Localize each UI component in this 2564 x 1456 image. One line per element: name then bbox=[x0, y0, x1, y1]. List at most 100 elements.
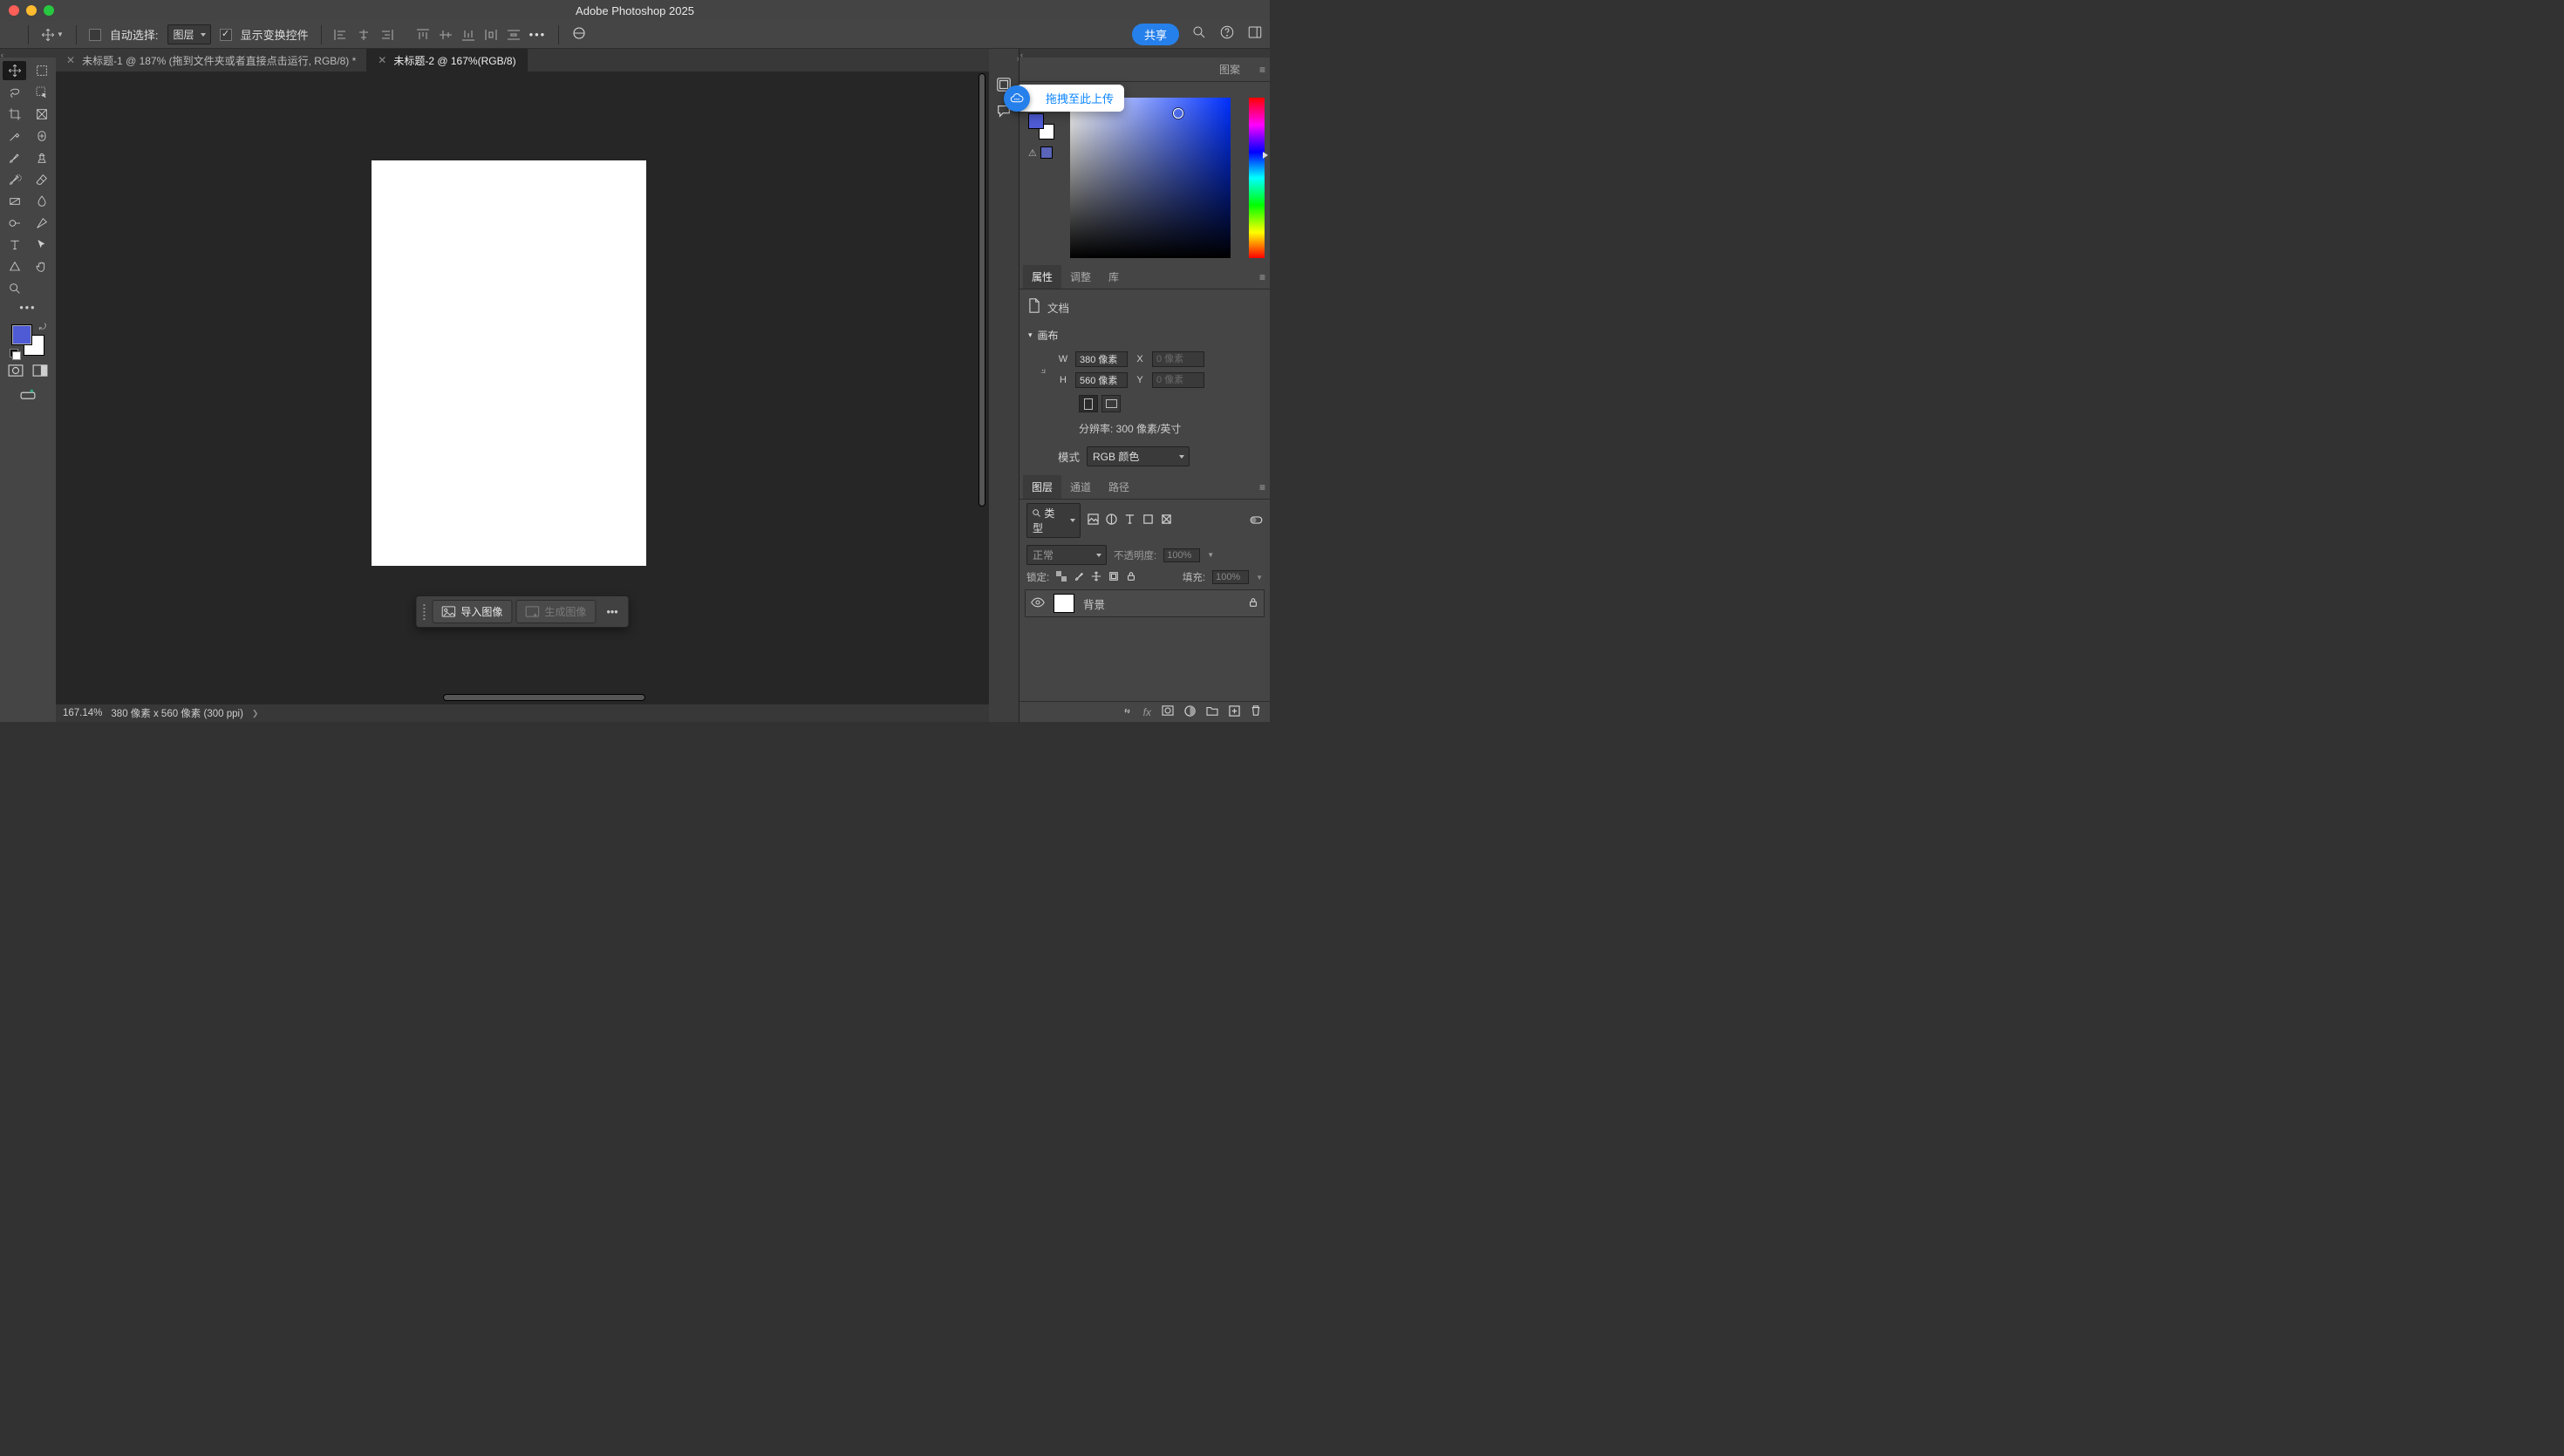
lock-position-icon[interactable] bbox=[1091, 571, 1101, 584]
width-input[interactable] bbox=[1075, 351, 1128, 367]
document-tab-2[interactable]: ✕ 未标题-2 @ 167%(RGB/8) bbox=[367, 49, 527, 71]
workspace-switcher-icon[interactable] bbox=[1247, 24, 1263, 44]
collapse-chevrons-left[interactable]: ‹‹ bbox=[0, 49, 56, 58]
show-transform-checkbox[interactable] bbox=[220, 29, 232, 41]
align-top-icon[interactable] bbox=[416, 29, 430, 41]
filter-adjust-icon[interactable] bbox=[1106, 514, 1117, 527]
new-layer-icon[interactable] bbox=[1229, 705, 1240, 719]
panel-menu-icon[interactable]: ≡ bbox=[1259, 481, 1265, 493]
path-select-tool[interactable] bbox=[30, 235, 53, 255]
shape-tool[interactable] bbox=[3, 257, 26, 276]
lock-pixels-icon[interactable] bbox=[1074, 571, 1084, 584]
align-middle-icon[interactable] bbox=[439, 29, 453, 41]
panel-menu-icon[interactable]: ≡ bbox=[1259, 64, 1265, 76]
crop-tool[interactable] bbox=[3, 105, 26, 124]
tab-paths[interactable]: 路径 bbox=[1100, 475, 1138, 499]
brush-tool[interactable] bbox=[3, 148, 26, 167]
lock-icon[interactable] bbox=[1248, 597, 1258, 610]
zoom-tool[interactable] bbox=[3, 279, 26, 298]
panel-menu-icon[interactable]: ≡ bbox=[1259, 271, 1265, 283]
clone-stamp-tool[interactable] bbox=[30, 148, 53, 167]
document-canvas[interactable] bbox=[372, 160, 646, 566]
tab-patterns[interactable]: 图案 bbox=[1210, 58, 1249, 81]
document-info[interactable]: 380 像素 x 560 像素 (300 ppi) bbox=[111, 706, 243, 720]
lock-all-icon[interactable] bbox=[1126, 571, 1136, 584]
healing-brush-tool[interactable] bbox=[30, 126, 53, 146]
blend-mode-dropdown[interactable]: 正常 bbox=[1026, 545, 1107, 565]
frame-tool[interactable] bbox=[30, 105, 53, 124]
filter-shape-icon[interactable] bbox=[1142, 514, 1154, 527]
layer-thumbnail[interactable] bbox=[1054, 594, 1074, 613]
tab-libraries[interactable]: 库 bbox=[1100, 265, 1128, 289]
color-swatches[interactable]: ⤾ bbox=[10, 323, 46, 357]
new-group-icon[interactable] bbox=[1206, 705, 1218, 718]
contextual-task-bar[interactable]: 导入图像 生成图像 ••• bbox=[415, 595, 629, 628]
contextual-more-icon[interactable]: ••• bbox=[599, 602, 624, 622]
contextual-bar-toggle-icon[interactable] bbox=[20, 388, 36, 403]
gamut-warning-icon[interactable]: ⚠ bbox=[1028, 147, 1037, 159]
layer-fx-icon[interactable]: fx bbox=[1143, 706, 1151, 718]
drag-handle-icon[interactable] bbox=[419, 604, 428, 620]
visibility-toggle-icon[interactable] bbox=[1031, 597, 1045, 610]
quick-select-tool[interactable] bbox=[30, 83, 53, 102]
color-mode-dropdown[interactable]: RGB 颜色 bbox=[1087, 446, 1190, 466]
share-button[interactable]: 共享 bbox=[1132, 24, 1179, 45]
eraser-tool[interactable] bbox=[30, 170, 53, 189]
history-brush-tool[interactable] bbox=[3, 170, 26, 189]
blur-tool[interactable] bbox=[30, 192, 53, 211]
gamut-target-swatch[interactable] bbox=[1040, 146, 1053, 159]
foreground-color[interactable] bbox=[11, 324, 32, 345]
height-input[interactable] bbox=[1075, 372, 1128, 388]
distribute-v-icon[interactable] bbox=[507, 29, 521, 41]
quick-mask-icon[interactable] bbox=[8, 364, 24, 379]
pen-tool[interactable] bbox=[30, 214, 53, 233]
tab-properties[interactable]: 属性 bbox=[1023, 265, 1061, 289]
hue-slider[interactable] bbox=[1249, 98, 1265, 258]
tab-layers[interactable]: 图层 bbox=[1023, 475, 1061, 499]
eyedropper-tool[interactable] bbox=[3, 126, 26, 146]
tab-adjustments[interactable]: 调整 bbox=[1061, 265, 1100, 289]
dodge-tool[interactable] bbox=[3, 214, 26, 233]
move-tool-indicator[interactable]: ▼ bbox=[41, 28, 64, 42]
filter-smart-icon[interactable] bbox=[1161, 514, 1172, 527]
auto-select-target-dropdown[interactable]: 图层 bbox=[167, 24, 211, 44]
horizontal-scrollbar[interactable] bbox=[56, 692, 977, 703]
close-tab-icon[interactable]: ✕ bbox=[378, 54, 386, 66]
orientation-portrait-button[interactable] bbox=[1079, 395, 1098, 412]
home-button[interactable] bbox=[5, 26, 16, 44]
type-tool[interactable] bbox=[3, 235, 26, 255]
link-dimensions-icon[interactable]: ⟓ bbox=[1035, 363, 1051, 377]
generate-image-button[interactable]: 生成图像 bbox=[515, 600, 596, 623]
vertical-scrollbar[interactable] bbox=[977, 71, 987, 691]
search-icon[interactable] bbox=[1191, 24, 1207, 44]
drag-upload-tooltip[interactable]: 拖拽至此上传 bbox=[1016, 85, 1124, 112]
tab-channels[interactable]: 通道 bbox=[1061, 475, 1100, 499]
align-right-icon[interactable] bbox=[379, 29, 393, 41]
close-tab-icon[interactable]: ✕ bbox=[66, 54, 75, 66]
link-layers-icon[interactable] bbox=[1122, 705, 1133, 719]
layer-row[interactable]: 背景 bbox=[1025, 589, 1265, 617]
gradient-tool[interactable] bbox=[3, 192, 26, 211]
import-image-button[interactable]: 导入图像 bbox=[432, 600, 512, 623]
filter-type-icon[interactable] bbox=[1124, 514, 1135, 527]
lasso-tool[interactable] bbox=[3, 83, 26, 102]
layer-name[interactable]: 背景 bbox=[1083, 595, 1105, 612]
align-center-h-icon[interactable] bbox=[357, 29, 371, 41]
align-bottom-icon[interactable] bbox=[461, 29, 475, 41]
expand-chevrons-icon[interactable]: ›› bbox=[989, 52, 1019, 63]
more-align-icon[interactable]: ••• bbox=[529, 28, 547, 41]
document-tab-1[interactable]: ✕ 未标题-1 @ 187% (拖到文件夹或者直接点击运行, RGB/8) * bbox=[56, 49, 367, 71]
move-tool[interactable] bbox=[3, 61, 26, 80]
edit-toolbar-button[interactable]: ••• bbox=[4, 298, 51, 317]
lock-transparency-icon[interactable] bbox=[1056, 571, 1067, 584]
align-left-icon[interactable] bbox=[334, 29, 348, 41]
opacity-input[interactable] bbox=[1163, 548, 1200, 562]
lock-artboard-icon[interactable] bbox=[1108, 571, 1119, 584]
default-colors-icon[interactable] bbox=[10, 349, 18, 357]
marquee-tool[interactable] bbox=[30, 61, 53, 80]
filter-pixel-icon[interactable] bbox=[1088, 514, 1099, 527]
canvas-section-header[interactable]: ▾ 画布 bbox=[1028, 324, 1261, 346]
fill-input[interactable] bbox=[1212, 570, 1249, 584]
screen-mode-icon[interactable] bbox=[32, 364, 48, 379]
layer-filter-dropdown[interactable]: 类型 bbox=[1026, 503, 1081, 538]
